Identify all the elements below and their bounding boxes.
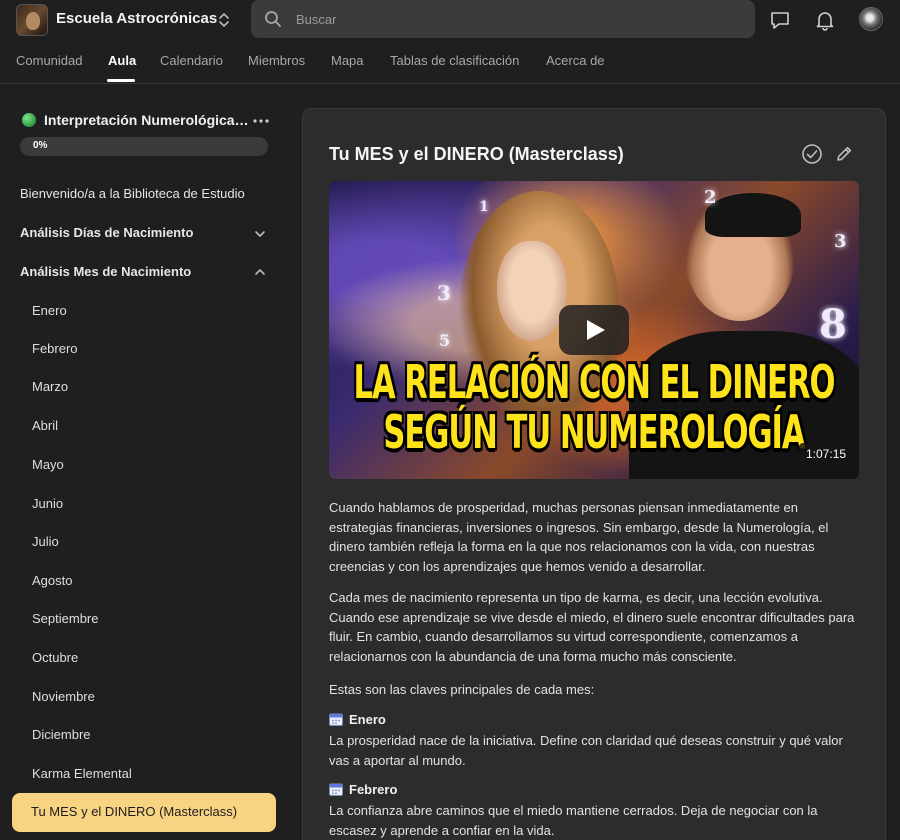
- sidebar-item-noviembre[interactable]: Noviembre: [32, 689, 272, 704]
- sidebar-item-label: Tu MES y el DINERO (Masterclass): [31, 804, 238, 819]
- decor-number: 5: [439, 331, 451, 350]
- video-headline-line-1: LA RELACIÓN CON EL DINERO: [353, 356, 835, 410]
- lesson-paragraph: Estas son las claves principales de cada…: [329, 682, 595, 697]
- month-heading-enero: Enero: [329, 712, 386, 727]
- sidebar-item-active-masterclass[interactable]: Tu MES y el DINERO (Masterclass): [12, 793, 276, 832]
- section-analisis-dias[interactable]: Análisis Días de Nacimiento: [20, 225, 272, 240]
- active-tab-indicator: [107, 79, 135, 82]
- video-thumbnail-face: [497, 241, 567, 341]
- decor-number: 2: [704, 187, 717, 208]
- more-options-icon[interactable]: [252, 112, 270, 128]
- chevron-up-icon[interactable]: [253, 265, 267, 279]
- sidebar-item-junio[interactable]: Junio: [32, 496, 272, 511]
- nav-tabs: Comunidad Aula Calendario Miembros Mapa …: [0, 50, 900, 84]
- decor-number: 8: [819, 301, 847, 348]
- top-bar: Escuela Astrocrónicas: [0, 0, 900, 40]
- avatar[interactable]: [859, 7, 883, 31]
- month-name: Febrero: [349, 782, 398, 797]
- community-logo[interactable]: [16, 4, 48, 36]
- lesson-paragraph: Cuando hablamos de prosperidad, muchas p…: [329, 500, 829, 574]
- tab-miembros[interactable]: Miembros: [248, 53, 305, 68]
- tab-mapa[interactable]: Mapa: [331, 53, 364, 68]
- sidebar-item-enero[interactable]: Enero: [32, 303, 272, 318]
- sidebar-item-febrero[interactable]: Febrero: [32, 341, 272, 356]
- month-name: Enero: [349, 712, 386, 727]
- lesson-panel: Tu MES y el DINERO (Masterclass) 1 3 5 3…: [302, 108, 886, 840]
- chat-icon[interactable]: [769, 9, 791, 31]
- progress-label: 0%: [33, 140, 48, 151]
- tab-comunidad[interactable]: Comunidad: [16, 53, 83, 68]
- video-duration: 1:07:15: [799, 443, 854, 465]
- sidebar-item-marzo[interactable]: Marzo: [32, 379, 272, 394]
- tab-tablas-de-clasificacion[interactable]: Tablas de clasificación: [390, 53, 519, 68]
- sidebar-item-diciembre[interactable]: Diciembre: [32, 727, 272, 742]
- play-button[interactable]: [559, 305, 629, 355]
- month-heading-febrero: Febrero: [329, 782, 397, 797]
- sidebar-item-octubre[interactable]: Octubre: [32, 650, 272, 665]
- sidebar-item-bienvenido[interactable]: Bienvenido/a a la Biblioteca de Estudio: [20, 186, 272, 201]
- section-analisis-mes[interactable]: Análisis Mes de Nacimiento: [20, 264, 272, 279]
- sidebar-item-julio[interactable]: Julio: [32, 534, 272, 549]
- video-player[interactable]: 1 3 5 3 8 2 LA RELACIÓN CON EL DINERO SE…: [329, 181, 859, 479]
- video-headline-line-2: SEGÚN TU NUMEROLOGÍA: [383, 406, 805, 460]
- sidebar-item-abril[interactable]: Abril: [32, 418, 272, 433]
- month-text-enero: La prosperidad nace de la iniciativa. De…: [329, 733, 843, 768]
- month-text-febrero: La confianza abre caminos que el miedo m…: [329, 803, 818, 838]
- lesson-title: Tu MES y el DINERO (Masterclass): [329, 144, 624, 164]
- sidebar-item-septiembre[interactable]: Septiembre: [32, 611, 272, 626]
- decor-number: 3: [834, 231, 847, 252]
- bell-icon[interactable]: [814, 9, 836, 31]
- calendar-icon: [329, 713, 343, 726]
- lesson-paragraph: Cada mes de nacimiento representa un tip…: [329, 590, 855, 664]
- mark-complete-icon[interactable]: [801, 143, 823, 165]
- tab-aula[interactable]: Aula: [108, 53, 136, 68]
- course-sidebar: Interpretación Numerológica ... 0% Bienv…: [0, 96, 290, 840]
- sidebar-item-agosto[interactable]: Agosto: [32, 573, 272, 588]
- switch-community-icon[interactable]: [217, 11, 231, 29]
- video-thumbnail-man-hair: [705, 193, 801, 237]
- search-input[interactable]: [296, 10, 736, 28]
- course-progress-bar: 0%: [20, 137, 268, 156]
- course-status-icon: [22, 113, 36, 127]
- tab-calendario[interactable]: Calendario: [160, 53, 223, 68]
- sidebar-item-mayo[interactable]: Mayo: [32, 457, 272, 472]
- sidebar-item-karma-elemental[interactable]: Karma Elemental: [32, 766, 272, 781]
- course-title: Interpretación Numerológica ...: [44, 112, 250, 128]
- chevron-down-icon[interactable]: [253, 227, 267, 241]
- search-icon: [265, 11, 281, 27]
- calendar-icon: [329, 783, 343, 796]
- decor-number: 1: [479, 199, 489, 215]
- edit-icon[interactable]: [834, 144, 854, 164]
- decor-number: 3: [437, 281, 451, 305]
- app-name[interactable]: Escuela Astrocrónicas: [56, 10, 217, 27]
- tab-acerca-de[interactable]: Acerca de: [546, 53, 605, 68]
